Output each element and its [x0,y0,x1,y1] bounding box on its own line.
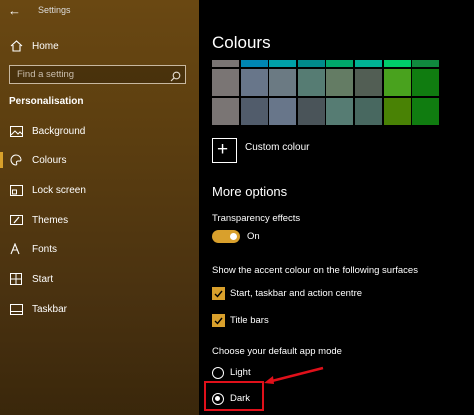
colour-swatch[interactable] [412,60,440,67]
lock-screen-icon [9,183,23,197]
annotation-arrow-icon [264,366,324,384]
colour-swatch[interactable] [212,60,239,67]
settings-sidebar: ← Settings Home Find a setting Personali… [0,0,199,415]
sidebar-item-label: Fonts [32,243,58,255]
sidebar-item-fonts[interactable]: Fonts [9,241,57,257]
sidebar-item-label: Colours [32,154,67,166]
checkbox-start-taskbar-label[interactable]: Start, taskbar and action centre [230,288,362,299]
active-indicator [0,152,3,168]
title-bar: ← Settings [0,0,199,22]
image-icon [9,124,23,138]
radio-light[interactable] [212,367,224,379]
nav-home[interactable]: Home [9,38,59,54]
colour-swatch[interactable] [297,60,325,67]
sidebar-item-label: Background [32,125,86,137]
start-icon [9,272,23,286]
sidebar-item-lock-screen[interactable]: Lock screen [9,182,86,198]
colour-swatch[interactable] [269,69,297,96]
sidebar-item-colours[interactable]: Colours [9,152,66,168]
nav-home-label: Home [32,40,59,52]
colour-swatch[interactable] [326,60,354,67]
colour-swatch[interactable] [412,69,440,96]
sidebar-item-label: Lock screen [32,184,86,196]
back-arrow-icon[interactable]: ← [8,3,21,18]
colour-swatch[interactable] [240,60,268,67]
transparency-state: On [247,231,260,242]
transparency-label: Transparency effects [212,213,301,224]
brush-icon [9,213,23,227]
plus-icon: + [217,139,229,160]
sidebar-item-background[interactable]: Background [9,123,85,139]
checkmark-icon [214,290,223,298]
checkbox-title-bars-label[interactable]: Title bars [230,315,269,326]
colour-swatch[interactable] [269,98,297,125]
custom-colour-button[interactable]: + [212,138,237,163]
more-options-heading: More options [212,184,288,199]
custom-colour-label[interactable]: Custom colour [245,142,309,153]
checkbox-start-taskbar[interactable] [212,287,225,300]
sidebar-item-themes[interactable]: Themes [9,212,68,228]
colours-page: Colours + Custom colour More options Tra… [199,0,474,415]
colour-swatch[interactable] [240,69,268,96]
font-icon [9,242,23,256]
search-placeholder: Find a setting [17,69,75,80]
colour-swatch[interactable] [412,98,440,125]
window-title: Settings [38,5,71,15]
colour-swatch[interactable] [383,98,411,125]
transparency-toggle[interactable] [212,230,240,243]
accent-surfaces-label: Show the accent colour on the following … [212,265,418,276]
sidebar-item-taskbar[interactable]: Taskbar [9,301,67,317]
section-title: Personalisation [9,96,84,107]
colour-swatch[interactable] [326,98,354,125]
palette-icon [9,153,23,167]
sidebar-item-label: Themes [32,214,69,226]
sidebar-item-label: Taskbar [32,303,68,315]
colour-swatch[interactable] [212,98,239,125]
home-icon [9,39,23,53]
colour-swatch[interactable] [383,69,411,96]
radio-light-label[interactable]: Light [230,367,251,378]
toggle-knob [230,233,237,240]
app-mode-heading: Choose your default app mode [212,346,342,357]
colour-swatch[interactable] [240,98,268,125]
search-icon[interactable] [170,69,181,87]
page-title: Colours [212,33,271,52]
checkmark-icon [214,317,223,325]
colour-swatch[interactable] [355,98,382,125]
colour-swatch[interactable] [355,60,382,67]
colour-swatch[interactable] [355,69,382,96]
sidebar-item-label: Start [32,273,54,285]
taskbar-icon [9,302,23,316]
colour-swatch[interactable] [297,98,325,125]
colour-swatch[interactable] [326,69,354,96]
search-input[interactable]: Find a setting [9,65,186,84]
colour-swatch[interactable] [383,60,411,67]
checkbox-title-bars[interactable] [212,314,225,327]
colour-swatch[interactable] [212,69,239,96]
sidebar-item-start[interactable]: Start [9,271,53,287]
annotation-highlight-box [204,381,264,411]
colour-swatch[interactable] [297,69,325,96]
colour-swatch[interactable] [269,60,297,67]
